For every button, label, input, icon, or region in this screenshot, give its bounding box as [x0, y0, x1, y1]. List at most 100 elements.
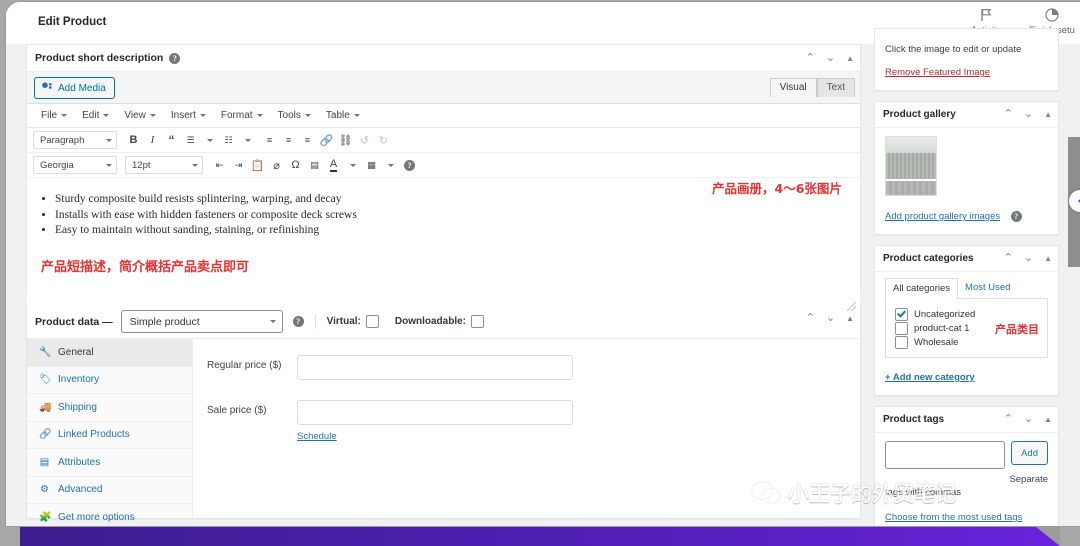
chevron-down-icon[interactable] [382, 157, 399, 174]
text-color-icon[interactable]: A [325, 157, 342, 174]
help-icon[interactable]: ? [292, 316, 304, 327]
move-down-icon[interactable]: ⌄ [826, 52, 835, 64]
tab-text[interactable]: Text [816, 78, 855, 97]
downloadable-checkbox[interactable] [471, 315, 484, 328]
menu-insert-label: Insert [170, 110, 196, 121]
menu-file[interactable]: File [35, 108, 73, 123]
divider [314, 314, 316, 329]
tab-most-used[interactable]: Most Used [958, 278, 1017, 298]
link-icon[interactable]: 🔗 [318, 132, 335, 149]
font-family-select[interactable]: Georgia [33, 156, 117, 174]
move-up-icon[interactable]: ⌃ [1004, 414, 1013, 425]
special-character-icon[interactable]: Ω [287, 157, 304, 174]
clear-formatting-icon[interactable]: ⌀ [268, 157, 285, 174]
chevron-down-icon [149, 114, 156, 117]
blockquote-icon[interactable]: “ [163, 132, 180, 149]
help-icon[interactable]: ? [1010, 211, 1022, 222]
menu-insert[interactable]: Insert [165, 108, 212, 123]
remove-featured-image-link[interactable]: Remove Featured Image [885, 67, 990, 78]
tab-general[interactable]: 🔧 General [27, 339, 192, 367]
add-tag-button[interactable]: Add [1011, 441, 1048, 465]
italic-icon[interactable]: I [144, 132, 161, 149]
product-type-select[interactable]: Simple product [120, 310, 283, 333]
menu-table[interactable]: Table [320, 108, 366, 123]
collapse-toggle-icon[interactable]: ▲ [1044, 415, 1052, 424]
chevron-down-icon[interactable] [239, 132, 256, 149]
tab-visual[interactable]: Visual [769, 78, 817, 97]
panel-controls: ⌃ ⌄ ▲ [806, 45, 854, 71]
product-categories-panel: Product categories ⌃ ⌄ ▲ All categories … [874, 245, 1059, 396]
tab-general-label: General [58, 346, 94, 358]
add-media-button[interactable]: Add Media [34, 77, 115, 99]
panel-controls: ⌃ ⌄ ▲ [1004, 407, 1052, 432]
collapse-toggle-icon[interactable]: ▲ [846, 54, 854, 63]
bold-icon[interactable]: B [125, 132, 142, 149]
sale-price-input[interactable] [297, 400, 573, 425]
help-icon[interactable]: ? [169, 52, 181, 64]
align-left-icon[interactable]: ≡ [261, 132, 278, 149]
tab-shipping[interactable]: 🚚 Shipping [27, 394, 192, 422]
list-item[interactable]: Uncategorized [895, 307, 1038, 321]
tab-attributes[interactable]: ▤ Attributes [27, 449, 192, 477]
keyboard-shortcuts-icon[interactable]: ? [401, 157, 418, 174]
increase-indent-icon[interactable]: ⇥ [230, 157, 247, 174]
move-down-icon[interactable]: ⌄ [826, 312, 835, 324]
virtual-checkbox[interactable] [365, 315, 379, 328]
tab-all-categories[interactable]: All categories [885, 278, 959, 299]
unlink-icon[interactable]: ⛓ [337, 132, 354, 149]
add-new-category-link[interactable]: + Add new category [885, 372, 975, 383]
category-tabs: All categories Most Used [885, 278, 1048, 299]
menu-view[interactable]: View [118, 108, 162, 123]
align-right-icon[interactable]: ≡ [299, 132, 316, 149]
move-down-icon[interactable]: ⌄ [1024, 414, 1033, 425]
product-type-value: Simple product [129, 315, 200, 328]
bulleted-list-icon[interactable]: ☰ [182, 132, 199, 149]
redo-icon[interactable]: ↻ [375, 132, 392, 149]
regular-price-input[interactable] [297, 355, 573, 380]
tag-input[interactable] [885, 441, 1006, 469]
panel-controls: ⌃ ⌄ ▲ [1004, 246, 1052, 271]
category-checkbox-uncategorized[interactable] [895, 307, 908, 321]
gallery-thumbnail[interactable] [885, 136, 937, 196]
wechat-icon [752, 482, 782, 504]
move-up-icon[interactable]: ⌃ [806, 52, 815, 64]
numbered-list-icon[interactable]: ☷ [220, 132, 237, 149]
most-used-tags-link[interactable]: Choose from the most used tags [885, 512, 1022, 523]
panel-controls: ⌃ ⌄ ▲ [806, 305, 854, 331]
chevron-down-icon [192, 163, 198, 167]
main-column: Product short description ? ⌃ ⌄ ▲ Add Me… [26, 44, 861, 526]
font-size-select[interactable]: 12pt [125, 156, 203, 174]
short-description-editor-content[interactable]: Sturdy composite build resists splinteri… [27, 178, 860, 314]
menu-format[interactable]: Format [215, 108, 269, 123]
paragraph-style-select[interactable]: Paragraph [33, 131, 117, 149]
category-checkbox-product-cat-1[interactable] [895, 321, 908, 335]
move-up-icon[interactable]: ⌃ [806, 312, 815, 324]
decrease-indent-icon[interactable]: ⇤ [211, 157, 228, 174]
move-down-icon[interactable]: ⌄ [1024, 253, 1033, 264]
horizontal-line-icon[interactable]: ▤ [306, 157, 323, 174]
tab-get-more-options[interactable]: 🧩 Get more options [27, 504, 192, 526]
move-down-icon[interactable]: ⌄ [1024, 109, 1033, 120]
tab-inventory[interactable]: 🏷 Inventory [27, 367, 192, 394]
schedule-link[interactable]: Schedule [297, 431, 573, 442]
collapse-toggle-icon[interactable]: ▲ [1044, 110, 1052, 119]
move-up-icon[interactable]: ⌃ [1004, 253, 1013, 264]
chevron-down-icon[interactable] [344, 157, 361, 174]
category-checkbox-wholesale[interactable] [895, 335, 908, 349]
undo-icon[interactable]: ↺ [356, 132, 373, 149]
align-center-icon[interactable]: ≡ [280, 132, 297, 149]
chevron-down-icon[interactable] [201, 132, 218, 149]
tab-advanced[interactable]: ⚙ Advanced [27, 477, 192, 504]
tab-linked-products[interactable]: 🔗 Linked Products [27, 422, 192, 449]
add-gallery-images-link[interactable]: Add product gallery images [885, 211, 1000, 222]
collapse-toggle-icon[interactable]: ▲ [1044, 254, 1052, 263]
product-gallery-panel: Product gallery ⌃ ⌄ ▲ Add product galler [874, 101, 1059, 235]
menu-edit[interactable]: Edit [76, 108, 115, 123]
move-up-icon[interactable]: ⌃ [1004, 109, 1013, 120]
menu-tools[interactable]: Tools [272, 108, 317, 123]
collapse-toggle-icon[interactable]: ▲ [846, 314, 854, 323]
table-icon[interactable]: ▦ [363, 157, 380, 174]
featured-image-hint: Click the image to edit or update [885, 44, 1022, 55]
paste-as-text-icon[interactable]: 📋 [249, 157, 266, 174]
list-item[interactable]: Wholesale [895, 335, 1038, 349]
